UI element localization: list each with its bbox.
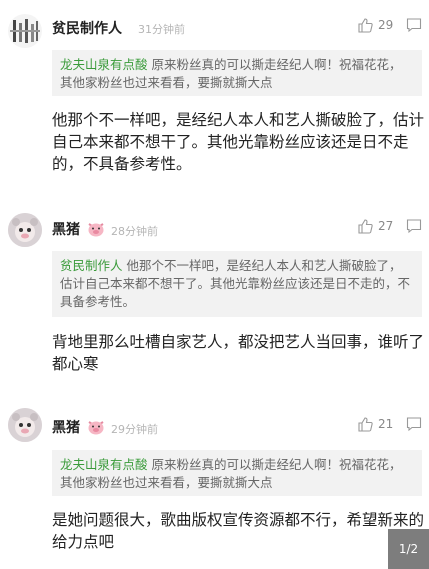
- page-indicator[interactable]: 1/2: [388, 529, 429, 569]
- pig-face-icon: [88, 421, 104, 435]
- author-name[interactable]: 黑猪: [52, 417, 105, 437]
- speech-bubble-icon[interactable]: [406, 416, 422, 432]
- author-name-text[interactable]: 黑猪: [52, 420, 80, 436]
- comment-item: 黑猪 29分钟前 21 龙夫山泉有点酸 原来粉丝真的可以撕走经纪人啊！祝福花花，其…: [0, 0, 429, 569]
- quoted-comment[interactable]: 龙夫山泉有点酸 原来粉丝真的可以撕走经纪人啊！祝福花花，其他家粉丝也过来看看，要撕…: [52, 450, 422, 496]
- quote-author[interactable]: 龙夫山泉有点酸: [60, 457, 148, 472]
- avatar[interactable]: [8, 408, 42, 442]
- comment-time: 29分钟前: [111, 423, 158, 436]
- comment-text: 是她问题很大，歌曲版权宣传资源都不行，希望新来的给力点吧: [52, 511, 425, 551]
- thumbs-up-icon[interactable]: [357, 416, 373, 432]
- like-count: 21: [378, 417, 394, 431]
